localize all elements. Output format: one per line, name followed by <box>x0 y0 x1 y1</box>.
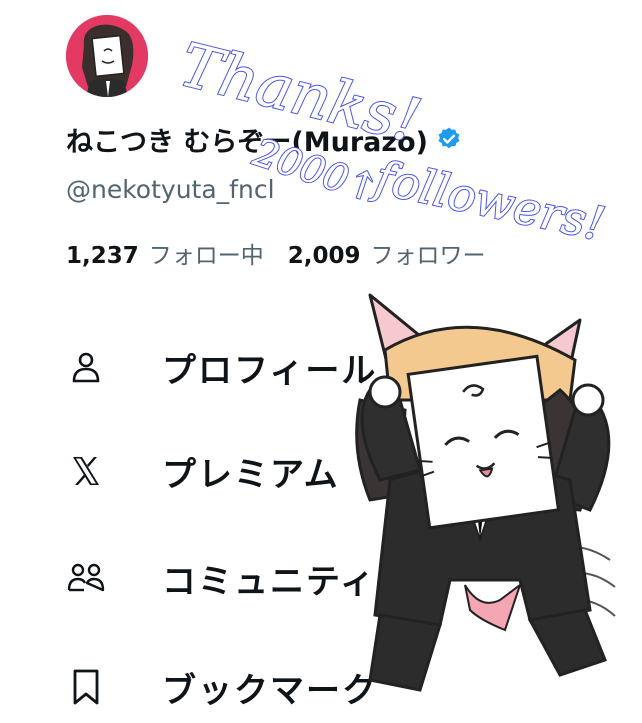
bookmark-icon <box>66 667 106 707</box>
x-logo-icon <box>66 451 106 491</box>
communities-icon <box>66 558 106 598</box>
cat-in-suit-illustration <box>355 293 616 692</box>
menu-item-label: プレミアム <box>162 454 340 495</box>
person-icon <box>66 347 106 387</box>
